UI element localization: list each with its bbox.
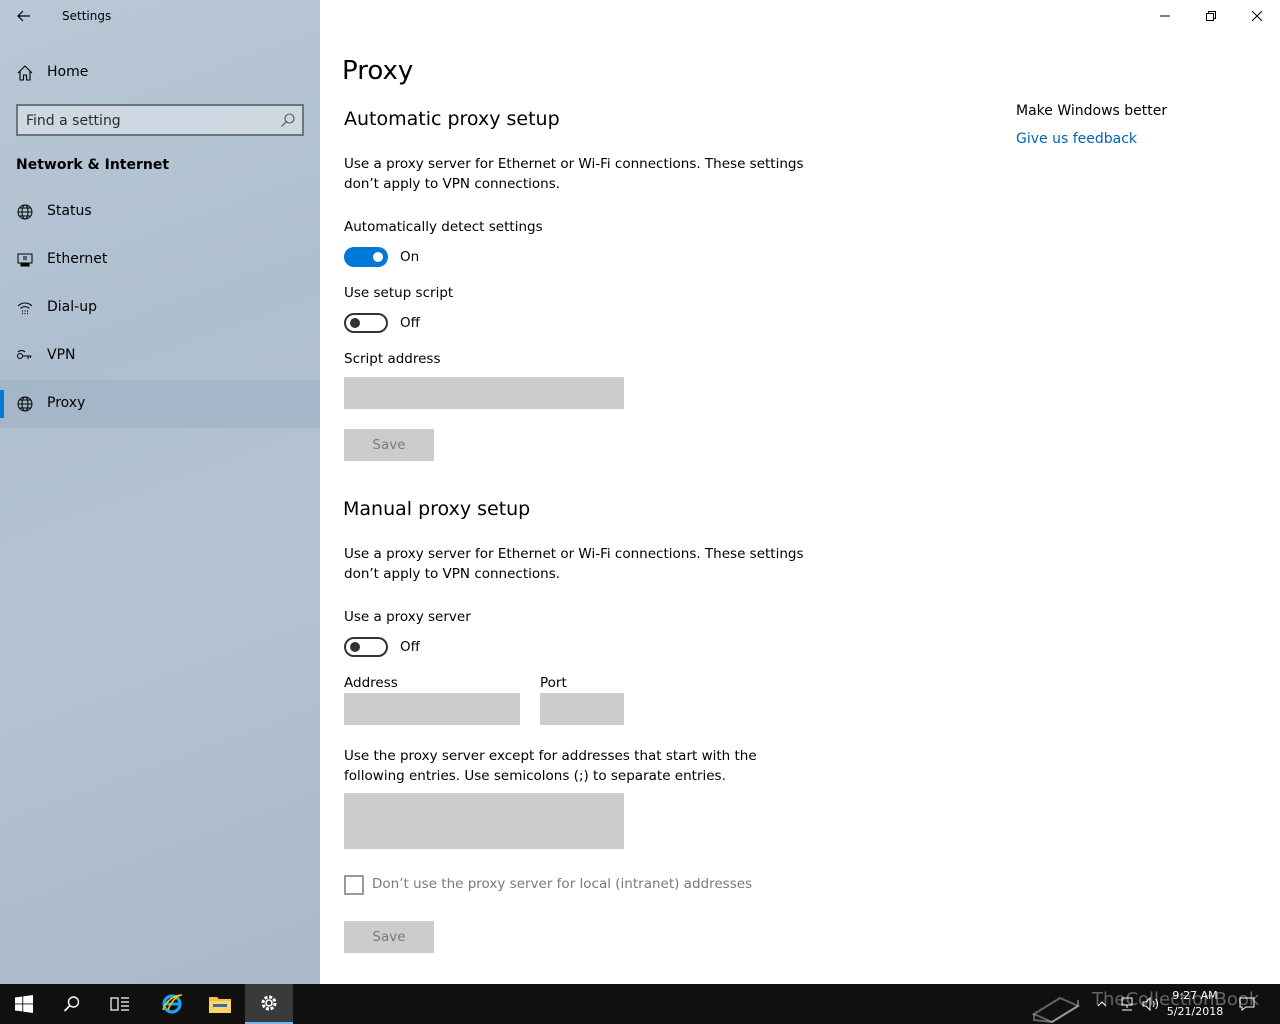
start-button[interactable] — [0, 984, 48, 1024]
sidebar-item-label: Ethernet — [47, 251, 108, 267]
vpn-icon — [17, 350, 32, 359]
use-proxy-label: Use a proxy server — [344, 609, 471, 625]
manual-proxy-heading: Manual proxy setup — [343, 498, 531, 520]
sidebar-item-proxy[interactable]: Proxy — [0, 380, 320, 428]
globe-status-icon — [17, 204, 33, 220]
section-title: Network & Internet — [16, 157, 170, 173]
sidebar-item-vpn[interactable]: VPN — [0, 332, 320, 380]
detect-settings-label: Automatically detect settings — [344, 219, 543, 235]
settings-taskbar-button[interactable] — [245, 984, 293, 1024]
back-arrow-icon — [17, 10, 30, 22]
sidebar-item-ethernet[interactable]: Ethernet — [0, 236, 320, 284]
ethernet-icon — [17, 253, 33, 267]
sidebar-item-label: VPN — [47, 347, 76, 363]
auto-proxy-description: Use a proxy server for Ethernet or Wi-Fi… — [344, 156, 804, 192]
system-clock[interactable]: 9:27 AM 5/21/2018 — [1160, 988, 1230, 1020]
restore-icon — [1206, 11, 1216, 21]
internet-explorer-icon — [162, 994, 183, 1014]
script-address-label: Script address — [344, 351, 441, 367]
search-taskbar-button[interactable] — [48, 984, 96, 1024]
speaker-icon — [1142, 997, 1159, 1011]
sidebar-item-label: Status — [47, 203, 92, 219]
minimize-button[interactable] — [1142, 0, 1188, 32]
restore-button[interactable] — [1188, 0, 1234, 32]
volume-tray-button[interactable] — [1140, 984, 1162, 1024]
windows-logo-icon — [15, 995, 33, 1013]
task-view-button[interactable] — [96, 984, 144, 1024]
book-watermark-icon — [1031, 996, 1081, 1024]
manual-save-button[interactable]: Save — [344, 921, 434, 953]
show-hidden-icons-button[interactable] — [1094, 984, 1110, 1024]
feedback-heading: Make Windows better — [1016, 103, 1168, 119]
address-field[interactable] — [344, 693, 520, 725]
use-proxy-state: Off — [400, 639, 420, 655]
edge-browser-button[interactable] — [148, 984, 196, 1024]
notification-icon — [1239, 997, 1255, 1011]
globe-icon — [17, 396, 33, 412]
auto-proxy-heading: Automatic proxy setup — [344, 108, 560, 130]
task-view-icon — [110, 997, 129, 1011]
sidebar-item-dialup[interactable]: Dial-up — [0, 284, 320, 332]
title-bar: Settings — [0, 0, 320, 32]
selection-indicator — [0, 390, 4, 418]
search-box[interactable] — [16, 104, 304, 136]
search-input[interactable] — [26, 110, 276, 132]
detect-settings-toggle[interactable] — [344, 247, 388, 267]
chevron-up-icon — [1097, 1001, 1107, 1007]
back-button[interactable] — [8, 4, 40, 28]
setup-script-toggle[interactable] — [344, 313, 388, 333]
sidebar-item-status[interactable]: Status — [0, 188, 320, 236]
exceptions-description: Use the proxy server except for addresse… — [344, 748, 757, 784]
script-address-field[interactable] — [344, 377, 624, 409]
search-icon — [63, 996, 80, 1012]
clock-date: 5/21/2018 — [1166, 1005, 1224, 1018]
network-tray-button[interactable] — [1116, 984, 1138, 1024]
network-icon — [1121, 997, 1133, 1011]
home-icon — [17, 65, 33, 81]
local-bypass-label: Don’t use the proxy server for local (in… — [372, 876, 753, 892]
sidebar-item-home[interactable]: Home — [0, 54, 320, 92]
taskbar: TheCollectionBook 9:27 AM 5/21/2018 — [0, 984, 1280, 1024]
local-bypass-checkbox[interactable] — [344, 875, 364, 895]
gear-icon — [261, 995, 277, 1011]
sidebar-item-label: Proxy — [47, 395, 86, 411]
clock-time: 9:27 AM — [1172, 989, 1218, 1002]
detect-settings-state: On — [400, 249, 420, 265]
dialup-icon — [17, 302, 33, 315]
folder-icon — [209, 997, 231, 1013]
action-center-button[interactable] — [1236, 984, 1258, 1024]
main-content: Proxy Automatic proxy setup Use a proxy … — [320, 0, 1280, 984]
setup-script-state: Off — [400, 315, 420, 331]
sidebar-item-label: Home — [47, 64, 89, 80]
setup-script-label: Use setup script — [344, 285, 454, 301]
port-field[interactable] — [540, 693, 624, 725]
page-title: Proxy — [342, 56, 414, 86]
auto-save-button[interactable]: Save — [344, 429, 434, 461]
exceptions-field[interactable] — [344, 793, 624, 849]
close-button[interactable] — [1234, 0, 1280, 32]
use-proxy-toggle[interactable] — [344, 637, 388, 657]
address-label: Address — [344, 675, 398, 691]
file-explorer-button[interactable] — [196, 984, 244, 1024]
sidebar: Settings Home Network & Internet Status … — [0, 0, 320, 984]
app-title: Settings — [62, 9, 112, 23]
search-icon[interactable] — [280, 112, 296, 128]
port-label: Port — [540, 675, 567, 691]
close-icon — [1252, 11, 1262, 21]
feedback-link[interactable]: Give us feedback — [1016, 131, 1137, 147]
manual-proxy-description: Use a proxy server for Ethernet or Wi-Fi… — [344, 546, 804, 582]
sidebar-item-label: Dial-up — [47, 299, 97, 315]
minimize-icon — [1160, 15, 1170, 17]
